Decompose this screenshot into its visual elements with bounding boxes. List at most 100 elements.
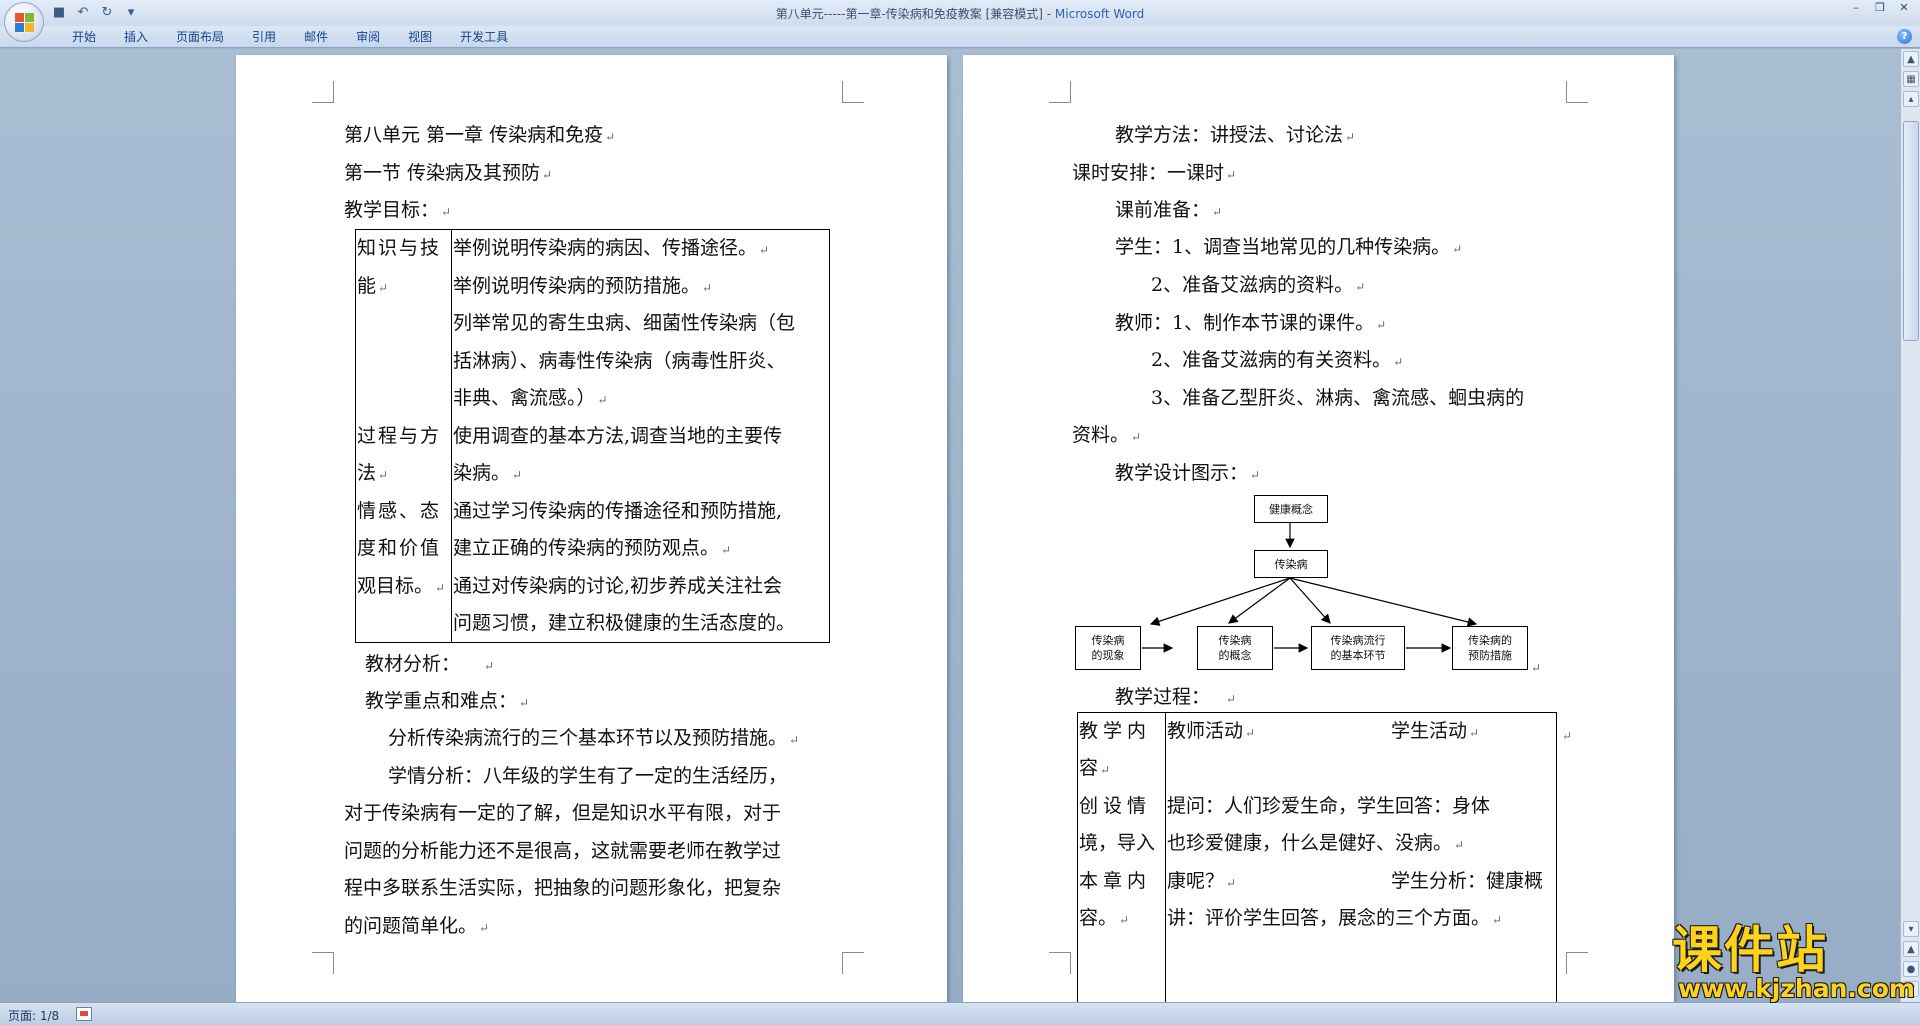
diagram-node-concept: 传染病 的概念 bbox=[1197, 626, 1273, 670]
app-name: Microsoft Word bbox=[1054, 7, 1145, 21]
tab-references[interactable]: 引用 bbox=[238, 29, 290, 46]
diagram-node-infectious-disease: 传染病 bbox=[1254, 550, 1328, 578]
ribbon: 开始 插入 页面布局 引用 邮件 审阅 视图 开发工具 ? bbox=[0, 26, 1920, 48]
paragraph: 的问题简单化。 bbox=[344, 914, 489, 940]
table-border bbox=[355, 229, 830, 230]
table-header-teacher: 教师活动 bbox=[1167, 719, 1255, 745]
document-workspace[interactable]: 第八单元 第一章 传染病和免疫 第一节 传染病及其预防 教学目标： 知识与技 能… bbox=[0, 49, 1900, 1002]
table-cell: 讲：评价学生回答，展念的三个方面。 bbox=[1167, 906, 1502, 932]
table-cell: 非典、禽流感。） bbox=[453, 386, 608, 412]
table-cell: 度和价值 bbox=[357, 537, 442, 559]
paragraph: 对于传染病有一定的了解，但是知识水平有限，对于 bbox=[344, 802, 782, 824]
teaching-design-diagram: 健康概念 传染病 传染病 的现象 传染病 的概念 传染病流行 的基本环节 传染病的 预防… bbox=[963, 55, 1674, 715]
paragraph: 问题的分析能力还不是很高，这就需要老师在教学过 bbox=[344, 840, 782, 862]
unit-heading: 第八单元 第一章 传染病和免疫 bbox=[344, 123, 615, 149]
diagram-connectors bbox=[1142, 523, 1478, 653]
document-title: 第八单元-----第一章-传染病和免疫教案 [兼容模式] - bbox=[775, 7, 1055, 21]
connector-arrow bbox=[1228, 577, 1291, 624]
spelling-check-icon[interactable] bbox=[76, 1007, 92, 1021]
table-cell: 创设情 bbox=[1079, 795, 1152, 817]
table-cell: 容。 bbox=[1079, 906, 1129, 932]
paragraph: 程中多联系生活实际，把抽象的问题形象化，把复杂 bbox=[344, 877, 782, 899]
cell-mark bbox=[1560, 724, 1572, 748]
window-title: 第八单元-----第一章-传染病和免疫教案 [兼容模式] - Microsoft… bbox=[0, 5, 1920, 22]
objectives-label: 教学目标： bbox=[344, 198, 451, 224]
table-cell: 康呢？ bbox=[1167, 869, 1236, 895]
margin-mark bbox=[842, 952, 864, 974]
table-border bbox=[1077, 712, 1078, 1002]
tab-home[interactable]: 开始 bbox=[58, 29, 110, 46]
watermark-logo-text: 课件站 bbox=[1672, 921, 1828, 979]
table-cell: 能 bbox=[357, 274, 388, 300]
paragraph: 学情分析：八年级的学生有了一定的生活经历， bbox=[388, 765, 788, 787]
help-icon[interactable]: ? bbox=[1897, 29, 1912, 44]
table-cell: 也珍爱健康，什么是健好、没病。 bbox=[1167, 831, 1464, 857]
paragraph-mark bbox=[1529, 656, 1541, 680]
margin-mark bbox=[312, 952, 334, 974]
margin-mark bbox=[312, 81, 334, 103]
table-border bbox=[1556, 712, 1557, 1002]
margin-mark bbox=[1566, 952, 1588, 974]
table-cell: 使用调查的基本方法,调查当地的主要传 bbox=[453, 425, 783, 447]
window-controls: – ❐ ✕ bbox=[1844, 0, 1916, 18]
tab-mailings[interactable]: 邮件 bbox=[290, 29, 342, 46]
diagram-node-prevention: 传染病的 预防措施 bbox=[1452, 626, 1528, 670]
connector-arrow bbox=[1289, 577, 1331, 624]
paragraph: 分析传染病流行的三个基本环节以及预防措施。 bbox=[388, 726, 799, 752]
document-page-2[interactable]: 教学方法：讲授法、讨论法 课时安排：一课时 课前准备： 学生：1、调查当地常见的… bbox=[963, 55, 1674, 1002]
table-cell: 举例说明传染病的预防措施。 bbox=[453, 274, 712, 300]
tab-view[interactable]: 视图 bbox=[394, 29, 446, 46]
restore-icon[interactable]: ❐ bbox=[1868, 0, 1892, 18]
table-cell: 通过学习传染病的传播途径和预防措施, bbox=[453, 500, 783, 522]
scroll-up-arrow-icon[interactable]: ▴ bbox=[1903, 91, 1919, 107]
table-cell: 问题习惯，建立积极健康的生活态度的。 bbox=[453, 612, 796, 634]
connector-arrow bbox=[1289, 577, 1478, 627]
table-cell: 知识与技 bbox=[357, 237, 442, 259]
key-points-label: 教学重点和难点： bbox=[365, 689, 529, 715]
tab-review[interactable]: 审阅 bbox=[342, 29, 394, 46]
document-page-1[interactable]: 第八单元 第一章 传染病和免疫 第一节 传染病及其预防 教学目标： 知识与技 能… bbox=[236, 55, 947, 1002]
section-heading: 第一节 传染病及其预防 bbox=[344, 161, 552, 187]
close-icon[interactable]: ✕ bbox=[1892, 0, 1916, 18]
table-cell: 列举常见的寄生虫病、细菌性传染病（包 bbox=[453, 312, 796, 334]
table-cell: 教学内 bbox=[1079, 720, 1152, 742]
diagram-node-health-concept: 健康概念 bbox=[1254, 495, 1328, 523]
table-cell: 括淋病）、病毒性传染病（病毒性肝炎、 bbox=[453, 350, 786, 372]
office-logo-icon bbox=[15, 13, 35, 33]
tab-insert[interactable]: 插入 bbox=[110, 29, 162, 46]
office-button[interactable] bbox=[4, 2, 44, 42]
diagram-node-basic-links: 传染病流行 的基本环节 bbox=[1311, 626, 1405, 670]
title-bar: ■ ↶ ↻ ▾ 第八单元-----第一章-传染病和免疫教案 [兼容模式] - M… bbox=[0, 0, 1920, 26]
table-cell: 本章内 bbox=[1079, 870, 1152, 892]
minimize-icon[interactable]: – bbox=[1844, 0, 1868, 18]
scroll-up-icon[interactable]: ▲ bbox=[1903, 51, 1919, 67]
table-cell: 情感、态 bbox=[357, 500, 442, 522]
table-cell: 染病。 bbox=[453, 461, 522, 487]
vertical-scrollbar[interactable]: ▲ ▦ ▴ ▾ ▲ ● ▼ bbox=[1900, 49, 1920, 1002]
table-cell: 过程与方 bbox=[357, 425, 442, 447]
margin-mark bbox=[842, 81, 864, 103]
watermark-url: www.kjzhan.com bbox=[1678, 974, 1915, 1003]
table-cell: 通过对传染病的讨论,初步养成关注社会 bbox=[453, 575, 783, 597]
table-border bbox=[1165, 712, 1166, 1002]
table-cell: 举例说明传染病的病因、传播途径。 bbox=[453, 236, 769, 262]
ribbon-tabs: 开始 插入 页面布局 引用 邮件 审阅 视图 开发工具 bbox=[58, 29, 522, 46]
tab-developer[interactable]: 开发工具 bbox=[446, 29, 522, 46]
table-cell: 提问：人们珍爱生命，学生回答：身体 bbox=[1167, 795, 1491, 817]
ruler-toggle-icon[interactable]: ▦ bbox=[1903, 71, 1919, 87]
material-analysis-label: 教材分析： bbox=[365, 652, 494, 678]
table-cell: 境，导入 bbox=[1079, 832, 1156, 854]
table-border bbox=[355, 642, 830, 643]
table-cell: 建立正确的传染病的预防观点。 bbox=[453, 536, 731, 562]
status-bar: 页面: 1/8 bbox=[0, 1002, 1920, 1025]
site-watermark: 课件站 www.kjzhan.com bbox=[1672, 921, 1915, 1004]
table-cell: 容 bbox=[1079, 756, 1110, 782]
table-border bbox=[829, 229, 830, 643]
table-cell: 观目标。 bbox=[357, 574, 445, 600]
scrollbar-thumb[interactable] bbox=[1903, 121, 1919, 341]
table-border bbox=[451, 229, 452, 643]
table-cell: 学生分析：健康概 bbox=[1391, 870, 1544, 892]
tab-page-layout[interactable]: 页面布局 bbox=[162, 29, 238, 46]
page-count[interactable]: 页面: 1/8 bbox=[8, 1007, 59, 1024]
table-header-student: 学生活动 bbox=[1391, 719, 1479, 745]
